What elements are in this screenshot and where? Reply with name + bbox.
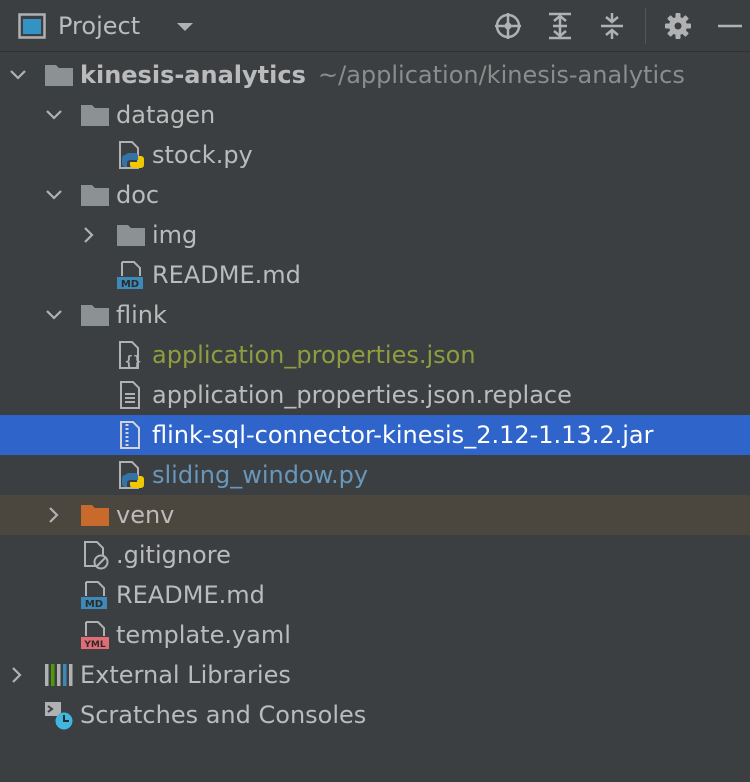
tree-item-label: doc xyxy=(116,181,160,209)
expand-all-icon[interactable] xyxy=(545,11,575,41)
tool-window-title[interactable]: Project xyxy=(58,9,140,43)
tree-item-label: sliding_window.py xyxy=(152,461,369,489)
tree-item-label: flink-sql-connector-kinesis_2.12-1.13.2.… xyxy=(152,421,654,449)
tree-item-root[interactable]: kinesis-analytics ~/application/kinesis-… xyxy=(0,55,750,95)
project-name: kinesis-analytics xyxy=(80,61,306,89)
tree-item-venv[interactable]: venv xyxy=(0,495,750,535)
tree-item-label: README.md xyxy=(116,581,265,609)
chevron-down-icon[interactable] xyxy=(45,186,63,204)
text-file-icon xyxy=(120,381,140,409)
folder-icon xyxy=(81,185,109,206)
tree-item-label: Scratches and Consoles xyxy=(80,701,367,729)
tree-item-readme[interactable]: MD README.md xyxy=(0,575,750,615)
ignore-file-icon xyxy=(84,541,109,570)
svg-text:{}: {} xyxy=(125,354,142,370)
tree-item-label: README.md xyxy=(152,261,301,289)
library-icon xyxy=(45,664,73,686)
tree-item-label: datagen xyxy=(116,101,216,129)
toolbar-separator xyxy=(645,8,646,44)
tree-item-scratches[interactable]: Scratches and Consoles xyxy=(0,695,750,735)
tree-item-template-yaml[interactable]: YML template.yaml xyxy=(0,615,750,655)
tree-item-label: External Libraries xyxy=(80,661,291,689)
excluded-folder-icon xyxy=(81,505,109,526)
chevron-down-icon[interactable] xyxy=(45,306,63,324)
tree-item-label: venv xyxy=(116,501,175,529)
locate-icon[interactable] xyxy=(493,11,523,41)
hide-icon[interactable] xyxy=(715,11,745,41)
md-badge: MD xyxy=(121,279,139,290)
chevron-down-icon[interactable] xyxy=(9,66,27,84)
chevron-right-icon[interactable] xyxy=(80,226,98,244)
yml-badge: YML xyxy=(83,640,105,650)
archive-file-icon xyxy=(120,421,140,449)
collapse-all-icon[interactable] xyxy=(597,11,627,41)
md-badge: MD xyxy=(85,599,103,610)
tree-item-flink[interactable]: flink xyxy=(0,295,750,335)
tree-item-doc-readme[interactable]: MD README.md xyxy=(0,255,750,295)
tree-item-application-properties-json[interactable]: {} application_properties.json xyxy=(0,335,750,375)
tree-item-label: img xyxy=(152,221,198,249)
tree-item-label: stock.py xyxy=(152,141,253,169)
tree-item-datagen[interactable]: datagen xyxy=(0,95,750,135)
tree-item-stock-py[interactable]: stock.py xyxy=(0,135,750,175)
python-file-icon xyxy=(119,461,144,489)
chevron-right-icon[interactable] xyxy=(8,666,26,684)
tree-item-application-properties-replace[interactable]: application_properties.json.replace xyxy=(0,375,750,415)
markdown-file-icon: MD xyxy=(81,581,107,610)
tree-item-external-libraries[interactable]: External Libraries xyxy=(0,655,750,695)
gear-icon[interactable] xyxy=(663,11,693,41)
chevron-down-icon[interactable] xyxy=(174,18,196,36)
tree-item-img[interactable]: img xyxy=(0,215,750,255)
project-path: ~/application/kinesis-analytics xyxy=(318,61,685,89)
python-file-icon xyxy=(119,141,144,169)
yaml-file-icon: YML xyxy=(81,621,109,650)
tree-item-label: application_properties.json.replace xyxy=(152,381,572,409)
markdown-file-icon: MD xyxy=(117,261,143,290)
folder-icon xyxy=(81,305,109,326)
scratches-icon xyxy=(45,702,73,730)
tree-item-label: template.yaml xyxy=(116,621,291,649)
project-view-icon[interactable] xyxy=(18,13,46,39)
tree-item-jar[interactable]: flink-sql-connector-kinesis_2.12-1.13.2.… xyxy=(0,415,750,455)
tree-item-gitignore[interactable]: .gitignore xyxy=(0,535,750,575)
tree-item-label: flink xyxy=(116,301,167,329)
tree-item-label: application_properties.json xyxy=(152,341,476,369)
folder-icon xyxy=(45,65,73,86)
tree-item-doc[interactable]: doc xyxy=(0,175,750,215)
chevron-right-icon[interactable] xyxy=(45,506,63,524)
tree-item-sliding-window-py[interactable]: sliding_window.py xyxy=(0,455,750,495)
folder-icon xyxy=(117,225,145,246)
project-toolbar: Project xyxy=(0,0,750,52)
json-file-icon: {} xyxy=(119,341,142,370)
chevron-down-icon[interactable] xyxy=(45,106,63,124)
tree-item-label: .gitignore xyxy=(116,541,231,569)
folder-icon xyxy=(81,105,109,126)
